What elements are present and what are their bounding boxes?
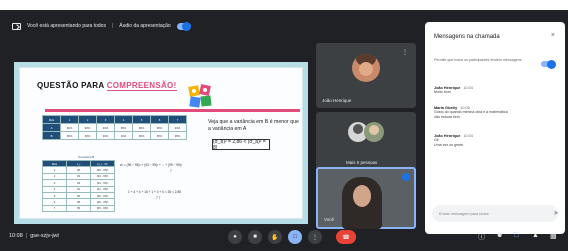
- slide-explanation: Veja que a variância em B é menor que a …: [208, 119, 299, 132]
- separator: |: [111, 23, 114, 29]
- table-cell: 92%: [78, 123, 97, 132]
- hand-icon[interactable]: ✋: [268, 230, 282, 244]
- audio-label: Áudio da apresentação: [119, 23, 171, 29]
- meeting-code: gse-szjv-jwt: [30, 233, 59, 239]
- table-cell: (95 - 95)²: [90, 204, 115, 213]
- table-row: B 96% 93% 93% 91% 96% 95% 95%: [42, 131, 187, 140]
- table-header-cell: 3: [96, 115, 115, 124]
- message-text: Muito bom: [434, 90, 451, 94]
- more-icon[interactable]: ⋮: [402, 49, 408, 56]
- chat-panel: Mensagens na chamada × Permitir que todo…: [425, 22, 565, 234]
- table-cell: 91%: [114, 131, 133, 140]
- variance-formula: (σ_b)² = 2,86 < (σ_a)² = 8): [212, 139, 270, 151]
- table-cell: 96%: [132, 123, 151, 132]
- table-cell: 91%: [96, 123, 115, 132]
- table-header-cell: 2: [78, 115, 97, 124]
- chat-title: Mensagens na chamada: [434, 34, 500, 40]
- clock: 10:08: [9, 233, 23, 239]
- table-cell: 95%: [150, 131, 169, 140]
- table-cell: 96%: [60, 123, 79, 132]
- participant-tile-more[interactable]: Mais 5 pessoas: [316, 112, 416, 170]
- mic-icon[interactable]: ●: [228, 230, 242, 244]
- chat-permission-toggle[interactable]: [541, 59, 556, 69]
- table-cell: 93%: [96, 131, 115, 140]
- calc-line-4: 7 7: [156, 196, 161, 200]
- table-cell: 95%: [168, 131, 187, 140]
- chat-message: Maria Gizelly 10:05 Gosto do quando menin…: [434, 106, 554, 120]
- table-header-cell: 7: [168, 115, 187, 124]
- table-cell: 7: [42, 204, 67, 213]
- avatar: [352, 54, 380, 82]
- info-icon[interactable]: ⓘ: [478, 232, 485, 242]
- colorful-blocks-icon: [188, 84, 212, 108]
- table-header-cell: 6: [150, 115, 169, 124]
- setting-text: Permitir que todos os participantes envi…: [434, 58, 522, 62]
- participant-tile-joao[interactable]: ⋮ João Henrique: [316, 43, 416, 108]
- leave-call-icon[interactable]: ☎: [336, 230, 356, 244]
- activities-icon[interactable]: ▲: [532, 232, 539, 239]
- bottom-bar: 10:08 | gse-szjv-jwt ● ■ ✋ □ ⋮ ☎ ⓘ ☻ □ ▲ ▩: [0, 224, 568, 251]
- slide-title: QUESTÃO PARA COMPREENSÃO!: [37, 81, 177, 91]
- table-row: 7 95 (95 - 95)²: [42, 204, 115, 213]
- present-icon: [12, 22, 21, 30]
- variance-table-a-b: Mês 1 2 3 4 5 6 7 A 96% 92% 91% 95% 96% 95% 94% B 96% 93% 9…: [42, 115, 187, 140]
- table-header-cell: 1: [60, 115, 79, 124]
- meeting-info: 10:08 | gse-szjv-jwt: [9, 233, 59, 239]
- participant-name: Mais 5 pessoas: [346, 160, 378, 165]
- audio-toggle[interactable]: [176, 21, 191, 31]
- table-cell: 95: [66, 204, 91, 213]
- send-icon[interactable]: ➤: [553, 209, 559, 217]
- table-header-cell: Mês: [42, 115, 61, 124]
- slide-canvas: QUESTÃO PARA COMPREENSÃO! Mês 1 2 3 4 5 6 7 A 96%…: [19, 67, 303, 219]
- camera-icon[interactable]: ■: [248, 230, 262, 244]
- table-cell: 93%: [78, 131, 97, 140]
- avatar: [364, 122, 384, 142]
- chat-icon[interactable]: □: [514, 232, 518, 239]
- chat-message: João Henrique 10:04 Muito bom: [434, 86, 554, 95]
- slide-title-black: QUESTÃO PARA: [37, 81, 105, 90]
- participant-name: Você: [324, 217, 335, 222]
- calc-line-2: 7: [170, 169, 172, 173]
- table-header-cell: 5: [132, 115, 151, 124]
- table-cell: 95%: [150, 123, 169, 132]
- slide-title-pink: COMPREENSÃO!: [106, 81, 177, 91]
- close-icon[interactable]: ×: [551, 32, 555, 39]
- calc-line-1: σ² = (96 − 95)² + (93 − 95)² + ... + (95…: [120, 163, 182, 167]
- table-cell: 94%: [168, 123, 187, 132]
- message-time: 10:04: [463, 86, 473, 90]
- slide-divider: [45, 109, 300, 112]
- presenting-text: Você está apresentando para todos: [27, 23, 106, 29]
- speaking-indicator-icon: [402, 173, 410, 181]
- message-text: Uma vez ou gente: [434, 143, 464, 147]
- meet-window: Você está apresentando para todos | Áudi…: [0, 10, 568, 251]
- table-header-row: Mês 1 2 3 4 5 6 7: [42, 115, 187, 124]
- self-view-tile[interactable]: Você: [316, 167, 416, 229]
- shared-slide: QUESTÃO PARA COMPREENSÃO! Mês 1 2 3 4 5 6 7 A 96%…: [14, 62, 308, 224]
- people-icon[interactable]: ☻: [496, 232, 503, 239]
- table-row: A 96% 92% 91% 95% 96% 95% 94%: [42, 123, 187, 132]
- message-text: não estuda bem: [434, 115, 460, 119]
- presenting-bar: Você está apresentando para todos | Áudi…: [12, 18, 422, 34]
- chat-input[interactable]: Enviar mensagem para todos: [432, 205, 558, 222]
- present-screen-icon[interactable]: □: [288, 230, 302, 244]
- chat-message: João Henrique 10:04 Ok Uma vez ou gente: [434, 134, 554, 148]
- variance-table-b: Mês x_i (x_i - x̄)² 1 96 (96 - 95)² 2 93 (93 - 9…: [42, 159, 115, 213]
- self-video: [342, 177, 382, 229]
- chat-permission-setting: Permitir que todos os participantes envi…: [434, 58, 559, 69]
- table-cell: 95%: [114, 123, 133, 132]
- table-cell: B: [42, 131, 61, 140]
- participant-name: João Henrique: [322, 98, 352, 103]
- lock-icon[interactable]: ▩: [550, 232, 557, 240]
- table-cell: A: [42, 123, 61, 132]
- table-cell: 96%: [60, 131, 79, 140]
- table-cell: 96%: [132, 131, 151, 140]
- table2-caption: Conceitos B: [78, 155, 95, 159]
- message-time: 10:04: [463, 134, 473, 138]
- more-icon[interactable]: ⋮: [308, 230, 322, 244]
- table-header-cell: 4: [114, 115, 133, 124]
- calc-line-3: 1 + 4 + 4 + 16 + 1 + 0 + 0 = 26 = 2,86: [128, 190, 181, 194]
